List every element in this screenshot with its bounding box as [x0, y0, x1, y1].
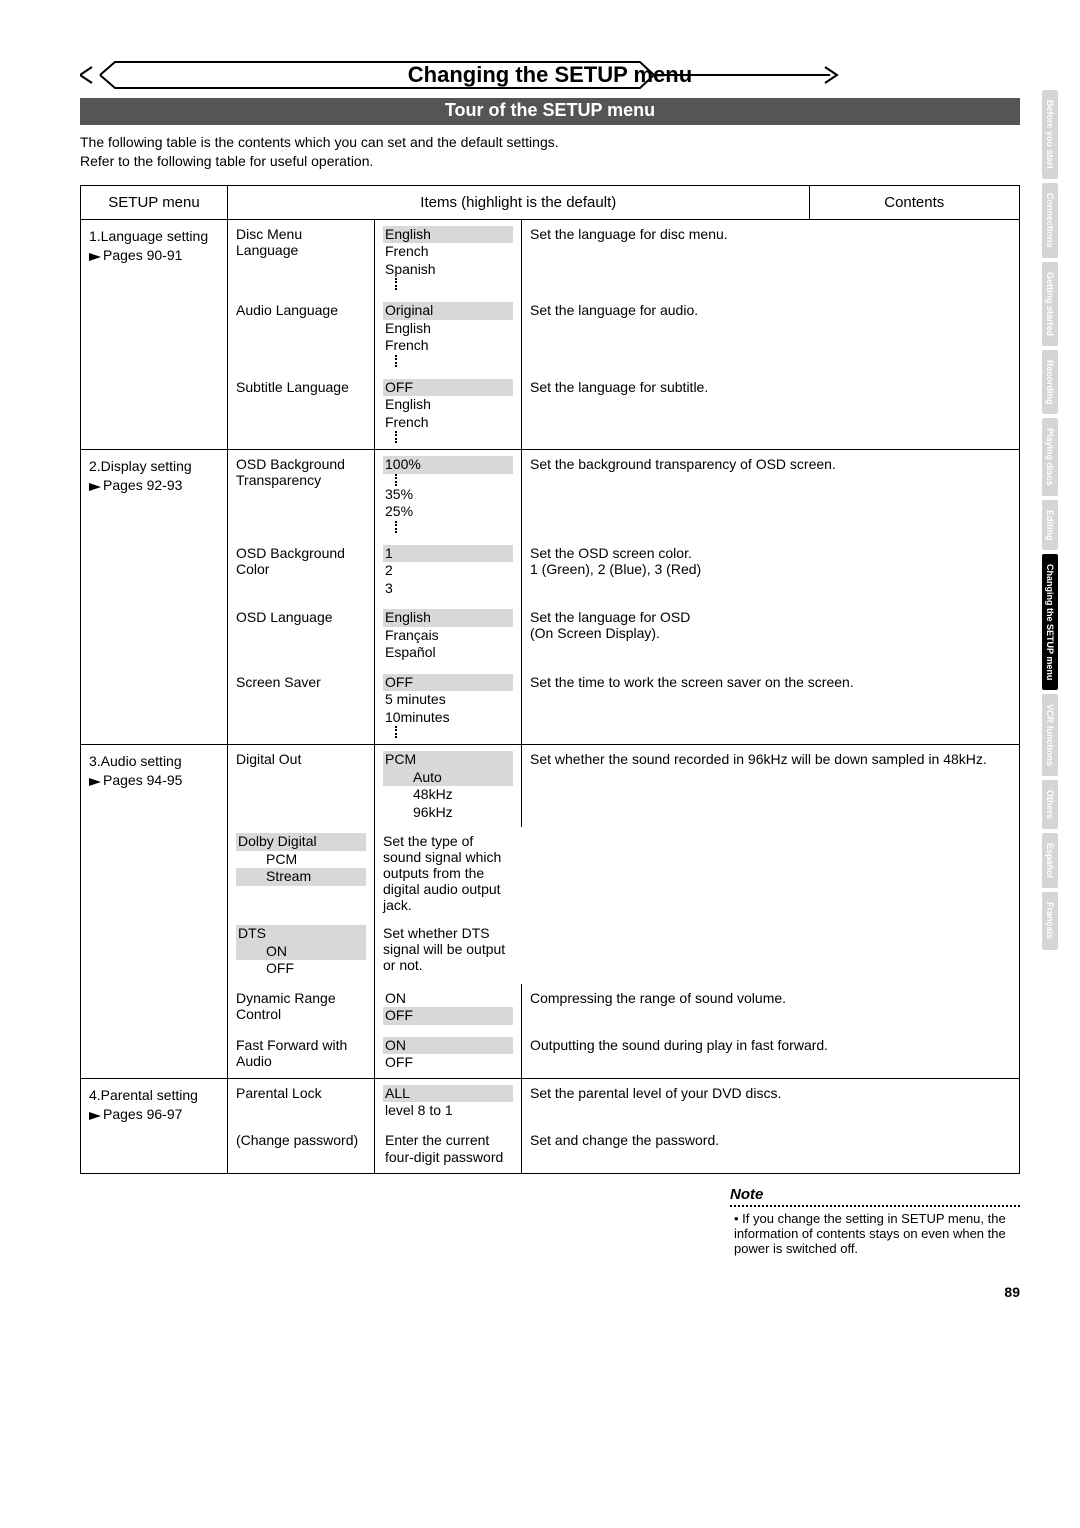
side-tab[interactable]: Playing discs	[1042, 418, 1058, 496]
side-tab[interactable]: Editing	[1042, 500, 1058, 551]
table-row: 2.Display setting Pages 92-93 OSD Backgr…	[81, 450, 1020, 745]
side-tab[interactable]: Changing the SETUP menu	[1042, 554, 1058, 690]
note-box: Note • If you change the setting in SETU…	[730, 1186, 1020, 1256]
arrow-icon	[89, 483, 101, 491]
section-title: Tour of the SETUP menu	[80, 98, 1020, 125]
note-body: • If you change the setting in SETUP men…	[730, 1211, 1020, 1256]
table-row: 4.Parental setting Pages 96-97 Parental …	[81, 1078, 1020, 1173]
side-tab[interactable]: Español	[1042, 833, 1058, 888]
side-tab[interactable]: Français	[1042, 892, 1058, 949]
arrow-icon	[89, 1112, 101, 1120]
col-items: Items (highlight is the default)	[228, 185, 810, 219]
arrow-icon	[89, 253, 101, 261]
banner: Changing the SETUP menu	[80, 60, 1020, 94]
side-tab[interactable]: Recording	[1042, 350, 1058, 415]
setup-table: SETUP menu Items (highlight is the defau…	[80, 185, 1020, 1174]
page-title: Changing the SETUP menu	[80, 60, 1020, 90]
intro-text: The following table is the contents whic…	[80, 133, 1020, 171]
col-contents: Contents	[809, 185, 1019, 219]
page-number: 89	[80, 1256, 1020, 1300]
note-title: Note	[730, 1186, 1020, 1203]
side-tab[interactable]: Connections	[1042, 183, 1058, 258]
arrow-icon	[89, 778, 101, 786]
table-row: 1.Language setting Pages 90-91 Disc Menu…	[81, 219, 1020, 450]
col-menu: SETUP menu	[81, 185, 228, 219]
side-tab[interactable]: Getting started	[1042, 262, 1058, 346]
side-tabs: Before you start Connections Getting start…	[1042, 90, 1062, 954]
side-tab[interactable]: VCR functions	[1042, 694, 1058, 776]
side-tab[interactable]: Others	[1042, 780, 1058, 829]
side-tab[interactable]: Before you start	[1042, 90, 1058, 179]
table-row: 3.Audio setting Pages 94-95 Digital OutP…	[81, 745, 1020, 1079]
